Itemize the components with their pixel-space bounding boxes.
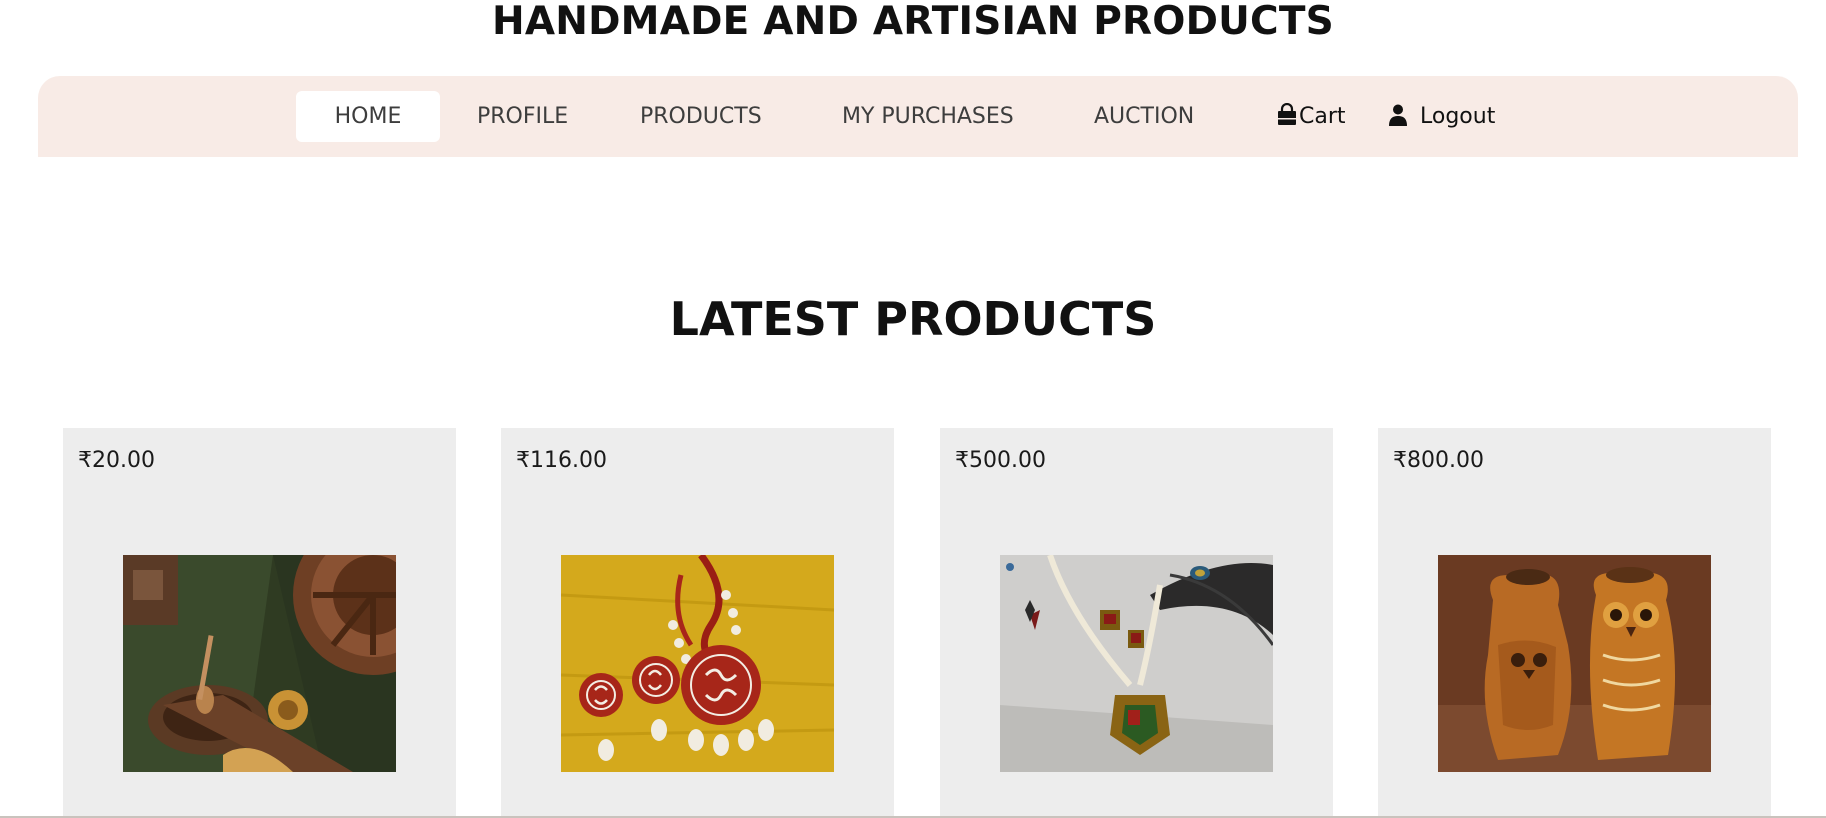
product-card[interactable]: ₹20.00 [63,428,456,818]
nav-home[interactable]: HOME [296,91,440,142]
site-title: HANDMADE AND ARTISIAN PRODUCTS [492,0,1334,44]
nav-auction[interactable]: AUCTION [1094,91,1194,142]
product-image-pearl-necklace[interactable] [1000,555,1273,772]
main-navbar: HOME PROFILE PRODUCTS MY PURCHASES AUCTI… [38,76,1798,157]
product-image-wooden-owl-vases[interactable] [1438,555,1711,772]
product-image-red-necklace-set[interactable] [561,555,834,772]
cart-label: Cart [1299,104,1346,129]
latest-products-heading: LATEST PRODUCTS [669,292,1157,346]
product-card[interactable]: ₹500.00 [940,428,1333,818]
product-price: ₹116.00 [516,448,607,473]
nav-my-purchases[interactable]: MY PURCHASES [842,91,1014,142]
product-image-wooden-spice-box[interactable] [123,555,396,772]
user-icon [1389,104,1407,126]
logout-label: Logout [1420,104,1496,129]
product-price: ₹20.00 [78,448,155,473]
product-card[interactable]: ₹800.00 [1378,428,1771,818]
product-price: ₹800.00 [1393,448,1484,473]
nav-profile[interactable]: PROFILE [477,91,568,142]
shopping-bag-icon [1278,103,1296,125]
nav-logout[interactable]: Logout [1388,91,1495,142]
product-price: ₹500.00 [955,448,1046,473]
nav-products[interactable]: PRODUCTS [640,91,762,142]
product-card[interactable]: ₹116.00 [501,428,894,818]
nav-cart[interactable]: Cart [1275,91,1346,142]
